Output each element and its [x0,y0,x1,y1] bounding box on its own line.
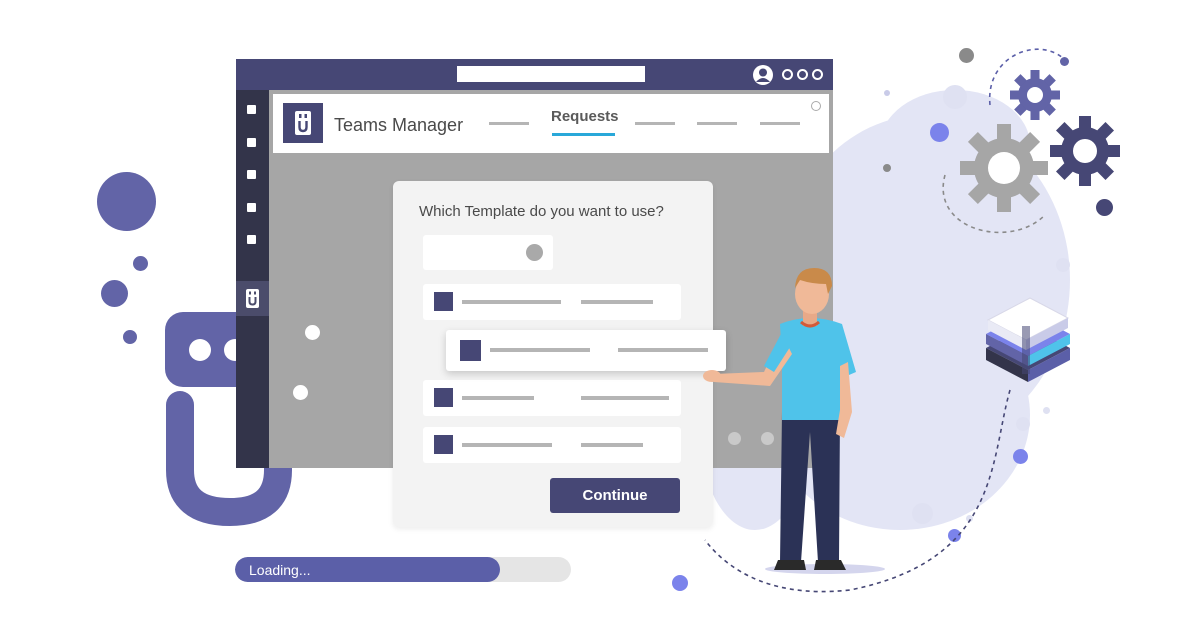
tab-placeholder[interactable] [489,122,529,125]
title-bar [236,59,833,90]
template-option-icon [434,388,453,407]
more-options-dot[interactable] [812,69,823,80]
gear-icon [960,124,1048,212]
template-option-selected[interactable] [446,330,726,371]
tab-placeholder[interactable] [635,122,675,125]
template-search-input[interactable] [423,235,553,270]
search-input[interactable] [457,66,645,82]
rail-item[interactable] [247,170,256,179]
loading-progress-bar: Loading... [235,557,571,582]
tab-requests[interactable]: Requests [551,108,619,125]
teams-manager-app-icon [295,111,311,135]
template-option-line [618,348,708,352]
template-option-line [490,348,590,352]
tab-placeholder[interactable] [760,122,800,125]
template-option[interactable] [423,284,681,320]
presenter-illustration [703,268,885,574]
template-option-line [581,396,669,400]
gear-icon [1010,70,1060,120]
rail-item[interactable] [247,105,256,114]
person-icon[interactable] [752,64,774,86]
decor-dot [305,325,320,340]
app-title: Teams Manager [334,115,464,135]
header-status-icon [811,101,821,111]
teams-manager-app-icon [246,289,259,308]
gear-icon [1050,116,1120,186]
template-option-line [581,443,643,447]
continue-button[interactable]: Continue [550,478,680,513]
app-logo [283,103,323,143]
template-option-line [462,443,552,447]
template-option-icon [434,292,453,311]
app-header: Teams Manager Requests [273,94,829,153]
template-option-line [462,396,534,400]
more-options-dot[interactable] [797,69,808,80]
rail-item[interactable] [247,203,256,212]
more-options-dot[interactable] [782,69,793,80]
decor-dot [293,385,308,400]
app-rail [236,90,269,468]
template-option-icon [460,340,481,361]
active-tab-indicator [552,133,615,136]
tab-placeholder[interactable] [697,122,737,125]
template-option[interactable] [423,427,681,463]
rail-item-teams-manager[interactable] [236,281,269,316]
rail-item[interactable] [247,138,256,147]
rail-item[interactable] [247,235,256,244]
book-stack-icon [986,297,1070,382]
template-option-line [462,300,561,304]
dialog-title: Which Template do you want to use? [419,203,664,220]
loading-label: Loading... [249,562,311,578]
template-option-icon [434,435,453,454]
template-option[interactable] [423,380,681,416]
template-option-line [581,300,653,304]
search-icon [526,244,543,261]
